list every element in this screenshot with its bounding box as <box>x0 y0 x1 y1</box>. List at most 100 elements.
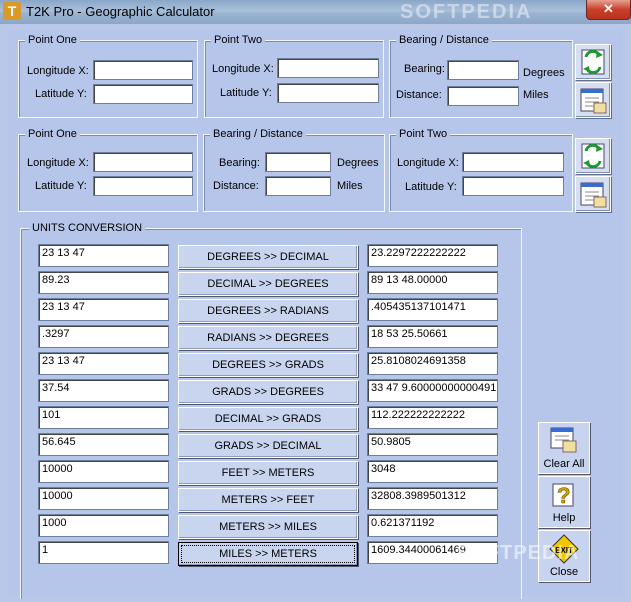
conversion-button[interactable]: DECIMAL >> GRADS <box>178 407 358 431</box>
distance-unit: Miles <box>337 180 363 192</box>
longitude-label: Longitude X: <box>27 157 89 169</box>
conversion-input[interactable]: 23 13 47 <box>38 352 169 375</box>
conversion-button[interactable]: DEGREES >> DECIMAL <box>178 245 358 269</box>
clear-form-button-2[interactable] <box>575 176 611 212</box>
distance-input[interactable] <box>265 176 331 196</box>
distance-label: Distance: <box>213 180 259 192</box>
conversion-output[interactable]: 23.2297222222222 <box>367 244 498 267</box>
longitude-label: Longitude X: <box>397 157 459 169</box>
longitude-input[interactable] <box>93 60 193 80</box>
watermark-title: SOFTPEDIA <box>400 1 533 23</box>
panel1-point-one-group: Point One Longitude X: Latitude Y: <box>18 33 198 118</box>
conversion-button[interactable]: GRADS >> DEGREES <box>178 380 358 404</box>
group-legend: UNITS CONVERSION <box>29 221 146 235</box>
conversion-button[interactable]: DEGREES >> RADIANS <box>178 299 358 323</box>
conversion-button[interactable]: GRADS >> DECIMAL <box>178 434 358 458</box>
conversion-input[interactable]: .3297 <box>38 325 169 348</box>
panel2-point-two-group: Point Two Longitude X: Latitude Y: <box>389 127 573 212</box>
conversion-output[interactable]: 112.222222222222 <box>367 406 498 429</box>
panel2-point-one-group: Point One Longitude X: Latitude Y: <box>18 127 198 212</box>
conversion-input[interactable]: 101 <box>38 406 169 429</box>
conversion-button[interactable]: MILES >> METERS <box>178 542 358 566</box>
bearing-label: Bearing: <box>219 157 260 169</box>
conversion-output[interactable]: .405435137101471 <box>367 298 498 321</box>
title-bar[interactable]: T T2K Pro - Geographic Calculator SOFTPE… <box>0 0 631 24</box>
conversion-button[interactable]: DEGREES >> GRADS <box>178 353 358 377</box>
clear-all-button[interactable]: Clear All <box>538 422 590 474</box>
calculate-button[interactable] <box>575 44 611 80</box>
latitude-label: Latitude Y: <box>35 180 87 192</box>
longitude-input[interactable] <box>277 58 379 78</box>
conversion-output[interactable]: 3048 <box>367 460 498 483</box>
conversion-button[interactable]: METERS >> FEET <box>178 488 358 512</box>
latitude-input[interactable] <box>93 84 193 104</box>
latitude-label: Latitude Y: <box>35 88 87 100</box>
longitude-label: Longitude X: <box>212 63 274 75</box>
conversion-output[interactable]: 25.8108024691358 <box>367 352 498 375</box>
conversion-button[interactable]: FEET >> METERS <box>178 461 358 485</box>
conversion-input[interactable]: 23 13 47 <box>38 244 169 267</box>
group-legend: Point One <box>25 33 80 47</box>
conversion-output[interactable]: 0.621371192 <box>367 514 498 537</box>
conversion-button[interactable]: DECIMAL >> DEGREES <box>178 272 358 296</box>
bearing-label: Bearing: <box>404 63 445 75</box>
latitude-input[interactable] <box>93 176 193 196</box>
distance-unit: Miles <box>523 89 549 101</box>
group-legend: Point Two <box>396 127 451 141</box>
watermark: SOFTPEDIA <box>456 542 580 564</box>
longitude-input[interactable] <box>462 152 564 172</box>
latitude-input[interactable] <box>277 83 379 103</box>
latitude-input[interactable] <box>462 176 564 196</box>
window-title: T2K Pro - Geographic Calculator <box>26 4 215 19</box>
clear-form-button[interactable] <box>575 82 611 118</box>
help-icon: ? <box>552 483 574 508</box>
conversion-output[interactable]: 33 47 9.60000000000491 <box>367 379 498 402</box>
group-legend: Bearing / Distance <box>210 127 306 141</box>
conversion-input[interactable]: 1 <box>38 541 169 564</box>
calculate-icon <box>581 49 605 75</box>
panel2-bearing-distance-group: Bearing / Distance Bearing: Degrees Dist… <box>203 127 385 212</box>
latitude-label: Latitude Y: <box>405 181 457 193</box>
bearing-input[interactable] <box>447 60 519 80</box>
conversion-output[interactable]: 32808.3989501312 <box>367 487 498 510</box>
conversion-button[interactable]: RADIANS >> DEGREES <box>178 326 358 350</box>
conversion-output[interactable]: 50.9805 <box>367 433 498 456</box>
svg-text:?: ? <box>557 483 570 508</box>
conversion-input[interactable]: 10000 <box>38 487 169 510</box>
longitude-label: Longitude X: <box>27 65 89 77</box>
app-icon: T <box>3 2 21 20</box>
longitude-input[interactable] <box>93 152 193 172</box>
conversion-output[interactable]: 89 13 48.00000 <box>367 271 498 294</box>
calculate-button-2[interactable] <box>575 138 611 174</box>
client-area: Point One Longitude X: Latitude Y: Point… <box>8 30 623 599</box>
conversion-input[interactable]: 56.645 <box>38 433 169 456</box>
group-legend: Bearing / Distance <box>396 33 492 47</box>
bearing-unit: Degrees <box>337 157 379 169</box>
conversion-input[interactable]: 89.23 <box>38 271 169 294</box>
distance-label: Distance: <box>396 89 442 101</box>
conversion-input[interactable]: 10000 <box>38 460 169 483</box>
clear-all-icon <box>550 427 577 453</box>
group-legend: Point One <box>25 127 80 141</box>
close-label: Close <box>549 566 579 578</box>
clear-form-icon <box>580 88 607 114</box>
conversion-input[interactable]: 37.54 <box>38 379 169 402</box>
distance-input[interactable] <box>447 86 519 106</box>
clear-form-icon <box>580 182 607 208</box>
latitude-label: Latitude Y: <box>220 87 272 99</box>
app-window: T T2K Pro - Geographic Calculator SOFTPE… <box>0 0 631 602</box>
bearing-input[interactable] <box>265 152 331 172</box>
bearing-unit: Degrees <box>523 67 565 79</box>
clear-all-label: Clear All <box>543 458 585 470</box>
help-label: Help <box>552 512 576 524</box>
conversion-button[interactable]: METERS >> MILES <box>178 515 358 539</box>
conversion-input[interactable]: 23 13 47 <box>38 298 169 321</box>
panel1-bearing-distance-group: Bearing / Distance Bearing: Degrees Dist… <box>389 33 573 118</box>
help-button[interactable]: ? Help <box>538 476 590 528</box>
window-close-button[interactable]: ✕ <box>586 0 631 20</box>
conversion-input[interactable]: 1000 <box>38 514 169 537</box>
calculate-icon <box>581 143 605 169</box>
group-legend: Point Two <box>211 33 266 47</box>
panel1-point-two-group: Point Two Longitude X: Latitude Y: <box>204 33 384 118</box>
conversion-output[interactable]: 18 53 25.50661 <box>367 325 498 348</box>
